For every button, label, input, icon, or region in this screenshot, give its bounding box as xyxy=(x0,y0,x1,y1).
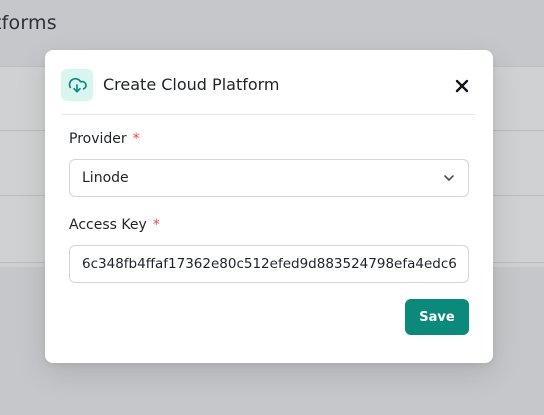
header-divider xyxy=(61,114,476,115)
provider-label: Provider * xyxy=(69,131,140,147)
required-marker: * xyxy=(152,217,160,233)
close-button[interactable] xyxy=(450,74,474,98)
access-key-label-text: Access Key xyxy=(69,217,147,233)
provider-label-text: Provider xyxy=(69,131,127,147)
save-button[interactable]: Save xyxy=(405,299,469,335)
cloud-download-icon xyxy=(61,69,93,101)
provider-select[interactable]: Linode xyxy=(69,159,469,197)
required-marker: * xyxy=(132,131,140,147)
provider-selected-value: Linode xyxy=(82,170,129,186)
access-key-input[interactable] xyxy=(69,245,469,283)
chevron-down-icon xyxy=(444,175,454,181)
page: tforms Create Cloud Platform Provider * L… xyxy=(0,0,544,415)
create-cloud-platform-dialog: Create Cloud Platform Provider * Linode A… xyxy=(45,50,493,363)
access-key-label: Access Key * xyxy=(69,217,160,233)
close-icon xyxy=(455,79,469,93)
dialog-title: Create Cloud Platform xyxy=(103,75,280,94)
